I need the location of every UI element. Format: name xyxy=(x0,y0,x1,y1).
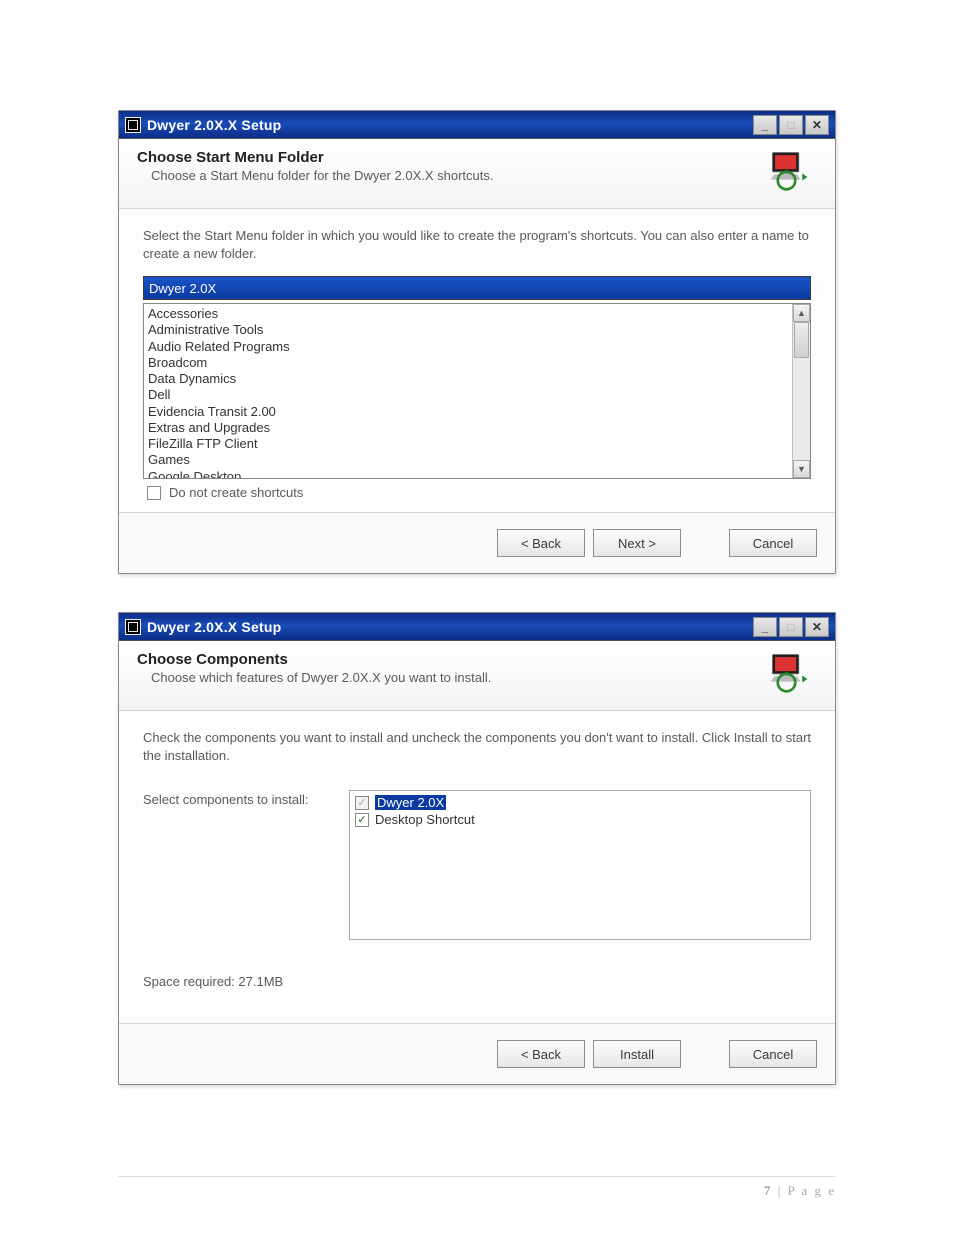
computer-install-icon xyxy=(769,149,811,194)
scroll-up-button[interactable]: ▲ xyxy=(793,304,810,322)
titlebar[interactable]: Dwyer 2.0X.X Setup _ □ ✕ xyxy=(119,613,835,641)
scroll-down-button[interactable]: ▼ xyxy=(793,460,810,478)
next-button[interactable]: Next > xyxy=(593,529,681,557)
footer-buttons: < Back Next > Cancel xyxy=(119,512,835,573)
folder-name-input[interactable] xyxy=(143,276,811,300)
header-text: Choose Components Choose which features … xyxy=(137,651,759,696)
component-label: Dwyer 2.0X xyxy=(375,795,446,810)
list-item[interactable]: Accessories xyxy=(148,306,788,322)
spacer xyxy=(689,1040,721,1068)
scroll-thumb[interactable] xyxy=(794,322,809,358)
window-title: Dwyer 2.0X.X Setup xyxy=(147,117,281,133)
close-icon: ✕ xyxy=(812,118,822,132)
minimize-button[interactable]: _ xyxy=(753,115,777,135)
component-checkbox[interactable]: ✓ xyxy=(355,813,369,827)
header-title: Choose Components xyxy=(137,651,759,668)
no-shortcuts-checkbox[interactable] xyxy=(147,486,161,500)
folder-listbox[interactable]: Accessories Administrative Tools Audio R… xyxy=(144,304,792,478)
cancel-button[interactable]: Cancel xyxy=(729,1040,817,1068)
cancel-button[interactable]: Cancel xyxy=(729,529,817,557)
space-required-label: Space required: 27.1MB xyxy=(143,974,811,989)
no-shortcuts-row[interactable]: Do not create shortcuts xyxy=(143,485,811,500)
installer-icon xyxy=(125,117,141,133)
list-item[interactable]: Administrative Tools xyxy=(148,322,788,338)
maximize-button: □ xyxy=(779,115,803,135)
scrollbar[interactable]: ▲ ▼ xyxy=(792,304,810,478)
back-button[interactable]: < Back xyxy=(497,529,585,557)
list-item[interactable]: Evidencia Transit 2.00 xyxy=(148,404,788,420)
component-label: Desktop Shortcut xyxy=(375,812,475,827)
list-item[interactable]: Data Dynamics xyxy=(148,371,788,387)
computer-install-icon xyxy=(769,651,811,696)
page-footer: 7 | P a g e xyxy=(118,1176,836,1199)
list-item[interactable]: Dell xyxy=(148,387,788,403)
select-components-label: Select components to install: xyxy=(143,790,333,940)
body-area: Select the Start Menu folder in which yo… xyxy=(119,209,835,512)
footer-buttons: < Back Install Cancel xyxy=(119,1023,835,1084)
header-text: Choose Start Menu Folder Choose a Start … xyxy=(137,149,759,194)
setup-window-components: Dwyer 2.0X.X Setup _ □ ✕ Choose Componen… xyxy=(118,612,836,1085)
install-button[interactable]: Install xyxy=(593,1040,681,1068)
chevron-up-icon: ▲ xyxy=(797,308,806,318)
page-label: | P a g e xyxy=(772,1183,836,1198)
window-controls: _ □ ✕ xyxy=(753,617,829,637)
list-item[interactable]: Audio Related Programs xyxy=(148,339,788,355)
close-button[interactable]: ✕ xyxy=(805,617,829,637)
header-title: Choose Start Menu Folder xyxy=(137,149,759,166)
list-item[interactable]: Games xyxy=(148,452,788,468)
list-item[interactable]: FileZilla FTP Client xyxy=(148,436,788,452)
components-row: Select components to install: ✓ Dwyer 2.… xyxy=(143,790,811,940)
maximize-icon: □ xyxy=(787,118,794,132)
minimize-button[interactable]: _ xyxy=(753,617,777,637)
instruction-text: Check the components you want to install… xyxy=(143,729,811,764)
back-button[interactable]: < Back xyxy=(497,1040,585,1068)
installer-icon xyxy=(125,619,141,635)
close-icon: ✕ xyxy=(812,620,822,634)
window-controls: _ □ ✕ xyxy=(753,115,829,135)
components-box[interactable]: ✓ Dwyer 2.0X ✓ Desktop Shortcut xyxy=(349,790,811,940)
window-title: Dwyer 2.0X.X Setup xyxy=(147,619,281,635)
setup-window-start-menu: Dwyer 2.0X.X Setup _ □ ✕ Choose Start Me… xyxy=(118,110,836,574)
header-description: Choose a Start Menu folder for the Dwyer… xyxy=(137,168,759,183)
body-area: Check the components you want to install… xyxy=(119,711,835,1023)
list-item[interactable]: Broadcom xyxy=(148,355,788,371)
close-button[interactable]: ✕ xyxy=(805,115,829,135)
maximize-button: □ xyxy=(779,617,803,637)
header-description: Choose which features of Dwyer 2.0X.X yo… xyxy=(137,670,759,685)
header-area: Choose Components Choose which features … xyxy=(119,641,835,711)
header-area: Choose Start Menu Folder Choose a Start … xyxy=(119,139,835,209)
scroll-track[interactable] xyxy=(793,322,810,460)
titlebar[interactable]: Dwyer 2.0X.X Setup _ □ ✕ xyxy=(119,111,835,139)
list-item[interactable]: Extras and Upgrades xyxy=(148,420,788,436)
no-shortcuts-label: Do not create shortcuts xyxy=(169,485,303,500)
component-checkbox-disabled: ✓ xyxy=(355,796,369,810)
chevron-down-icon: ▼ xyxy=(797,464,806,474)
component-item-shortcut[interactable]: ✓ Desktop Shortcut xyxy=(355,812,805,827)
minimize-icon: _ xyxy=(762,118,769,132)
minimize-icon: _ xyxy=(762,620,769,634)
component-item-main[interactable]: ✓ Dwyer 2.0X xyxy=(355,795,805,810)
instruction-text: Select the Start Menu folder in which yo… xyxy=(143,227,811,262)
spacer xyxy=(689,529,721,557)
list-item[interactable]: Google Desktop xyxy=(148,469,788,479)
maximize-icon: □ xyxy=(787,620,794,634)
folder-listbox-wrap: Accessories Administrative Tools Audio R… xyxy=(143,303,811,479)
